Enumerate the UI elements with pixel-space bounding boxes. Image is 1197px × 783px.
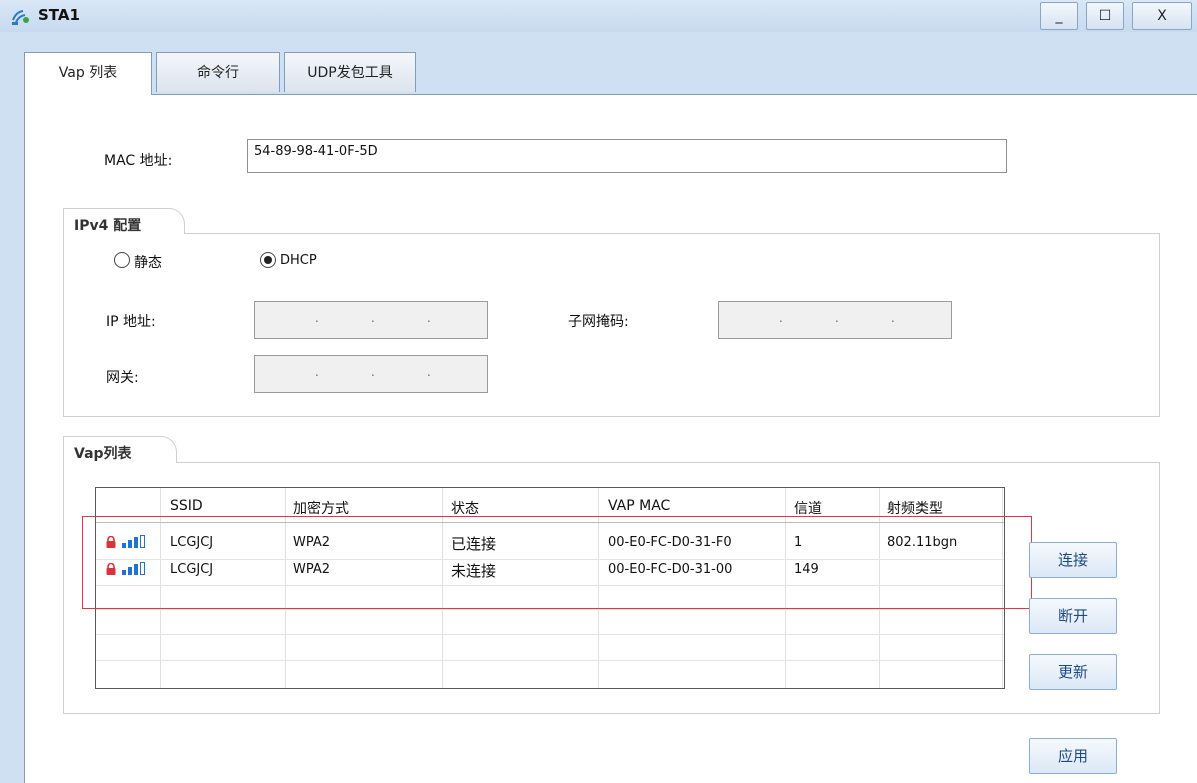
- mac-address-field[interactable]: 54-89-98-41-0F-5D: [247, 139, 1007, 173]
- subnet-mask-label: 子网掩码:: [568, 314, 629, 330]
- refresh-button[interactable]: 更新: [1029, 654, 1117, 690]
- maximize-button[interactable]: ☐: [1086, 2, 1124, 30]
- row-divider: [96, 660, 1004, 661]
- ip-address-field[interactable]: . . .: [254, 301, 488, 339]
- col-header-status[interactable]: 状态: [451, 498, 479, 518]
- ip-dot-3: .: [427, 311, 431, 325]
- gw-dot-1: .: [315, 365, 319, 379]
- col-header-vap-mac[interactable]: VAP MAC: [608, 498, 670, 514]
- static-label: 静态: [134, 255, 162, 271]
- col-header-ssid[interactable]: SSID: [170, 498, 203, 514]
- gw-dot-3: .: [427, 365, 431, 379]
- subnet-mask-field[interactable]: . . .: [718, 301, 952, 339]
- col-header-channel[interactable]: 信道: [794, 498, 822, 518]
- static-radio[interactable]: [114, 252, 130, 268]
- row-divider: [96, 609, 1004, 610]
- ip-address-label: IP 地址:: [106, 314, 156, 330]
- dhcp-label: DHCP: [280, 253, 317, 268]
- gateway-label: 网关:: [106, 370, 139, 386]
- tab-udp-tool[interactable]: UDP发包工具: [284, 52, 416, 92]
- disconnect-button[interactable]: 断开: [1029, 598, 1117, 634]
- col-header-radio-type[interactable]: 射频类型: [887, 498, 943, 518]
- tab-vap-list[interactable]: Vap 列表: [24, 52, 152, 95]
- mask-dot-3: .: [891, 311, 895, 325]
- gw-dot-2: .: [371, 365, 375, 379]
- mac-label: MAC 地址:: [104, 153, 173, 169]
- ip-dot-1: .: [315, 311, 319, 325]
- close-button[interactable]: X: [1132, 2, 1192, 30]
- connect-button[interactable]: 连接: [1029, 542, 1117, 578]
- mask-dot-2: .: [835, 311, 839, 325]
- minimize-button[interactable]: _: [1040, 2, 1078, 30]
- gateway-field[interactable]: . . .: [254, 355, 488, 393]
- sta-app-icon: [12, 10, 29, 25]
- window-title: STA1: [38, 6, 80, 24]
- apply-button[interactable]: 应用: [1029, 738, 1117, 774]
- vap-group-title: Vap列表: [63, 436, 177, 463]
- title-bar: STA1 _ ☐ X: [0, 0, 1197, 32]
- ip-dot-2: .: [371, 311, 375, 325]
- row-divider: [96, 634, 1004, 635]
- dhcp-radio[interactable]: [260, 252, 276, 268]
- tab-command-line[interactable]: 命令行: [156, 52, 280, 92]
- col-header-encryption[interactable]: 加密方式: [293, 498, 349, 518]
- selection-highlight-box: [82, 516, 1032, 609]
- mask-dot-1: .: [779, 311, 783, 325]
- ipv4-group-title: IPv4 配置: [63, 208, 185, 234]
